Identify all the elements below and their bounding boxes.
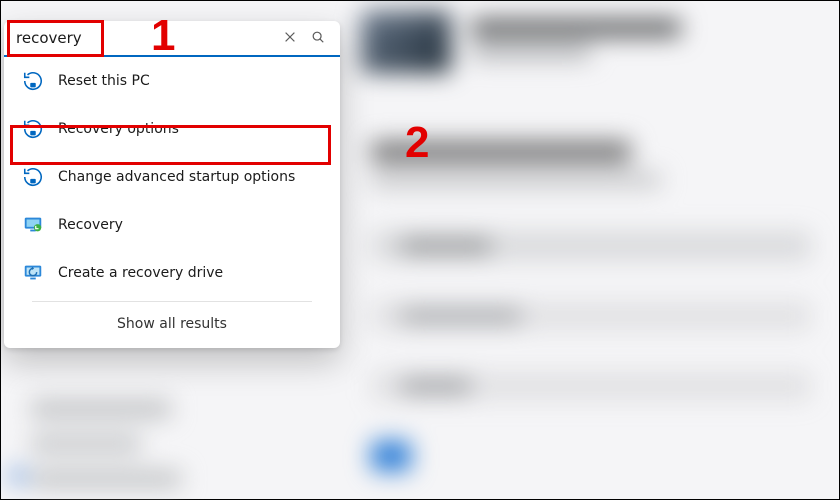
- show-all-results[interactable]: Show all results: [4, 302, 340, 342]
- result-label: Reset this PC: [58, 73, 150, 89]
- result-label: Create a recovery drive: [58, 265, 223, 281]
- result-change-advanced-startup[interactable]: Change advanced startup options: [4, 153, 340, 201]
- reset-icon: [22, 166, 44, 188]
- result-recovery-options[interactable]: Recovery options: [4, 105, 340, 153]
- result-create-recovery-drive[interactable]: Create a recovery drive: [4, 249, 340, 297]
- result-recovery-cpl[interactable]: Recovery: [4, 201, 340, 249]
- clear-search-button[interactable]: [276, 24, 304, 52]
- result-label: Change advanced startup options: [58, 169, 295, 185]
- search-button[interactable]: [304, 24, 332, 52]
- search-icon: [311, 29, 325, 48]
- reset-icon: [22, 70, 44, 92]
- search-results-flyout: Reset this PC Recovery options Change ad…: [4, 21, 340, 348]
- result-label: Recovery options: [58, 121, 179, 137]
- monitor-icon: [22, 214, 44, 236]
- result-reset-this-pc[interactable]: Reset this PC: [4, 57, 340, 105]
- search-input[interactable]: [16, 29, 276, 47]
- close-icon: [283, 29, 297, 48]
- search-bar: [4, 21, 340, 57]
- reset-icon: [22, 118, 44, 140]
- result-label: Recovery: [58, 217, 123, 233]
- monitor-icon: [22, 262, 44, 284]
